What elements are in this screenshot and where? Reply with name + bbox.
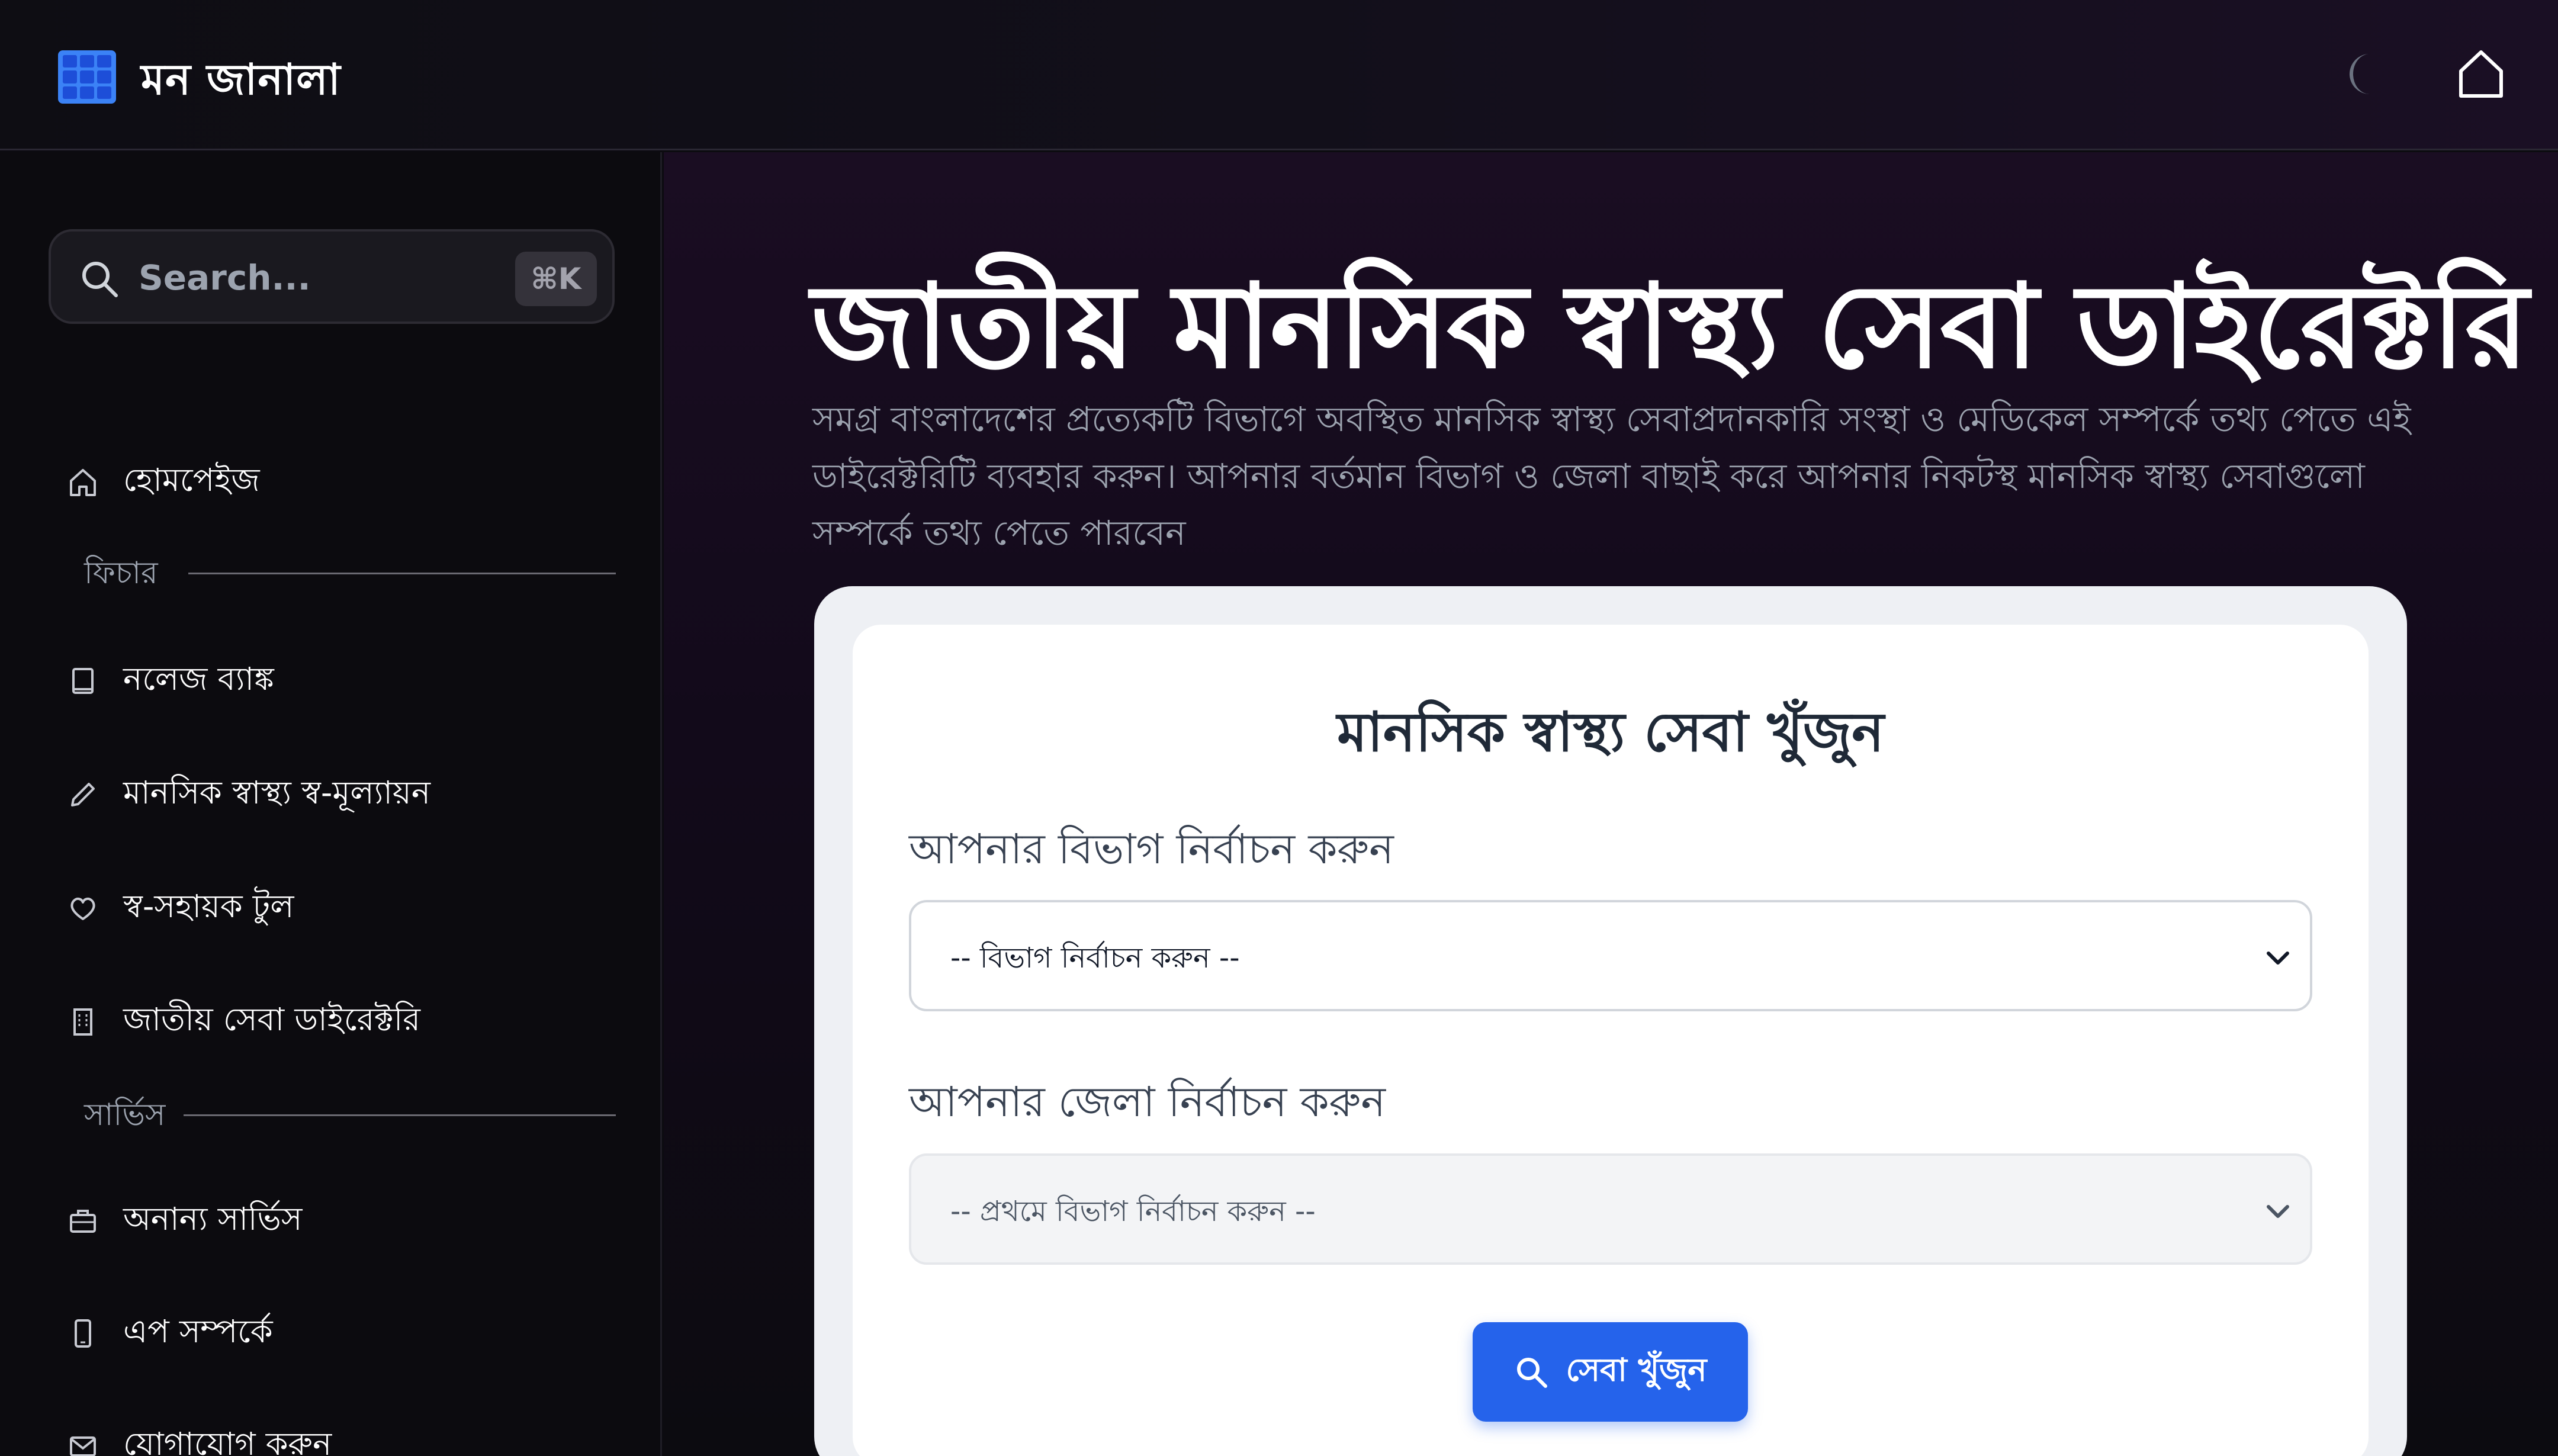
sidebar-item-self-help-tools[interactable]: স্ব-সহায়ক টুল	[66, 879, 294, 938]
sidebar-item-self-assessment[interactable]: মানসিক স্বাস্থ্য স্ব-মূল্যায়ন	[66, 765, 430, 824]
home-icon	[70, 469, 96, 496]
service-search-card: মানসিক স্বাস্থ্য সেবা খুঁজুন আপনার বিভাগ…	[853, 625, 2369, 1456]
chevron-down-icon	[2267, 952, 2289, 965]
book-icon	[72, 668, 94, 694]
section-divider	[188, 573, 616, 574]
search-icon	[82, 262, 118, 297]
district-select[interactable]: -- প্রথমে বিভাগ নির্বাচন করুন --	[909, 1153, 2312, 1265]
sidebar-item-knowledge-bank[interactable]: নলেজ ব্যাঙ্ক	[66, 651, 274, 711]
division-label: আপনার বিভাগ নির্বাচন করুন	[909, 825, 1394, 873]
search-placeholder: Search...	[139, 258, 311, 298]
mail-icon	[70, 1436, 96, 1456]
pencil-icon	[71, 783, 95, 806]
sidebar-item-label: স্ব-সহায়ক টুল	[123, 888, 294, 925]
sidebar-item-other-services[interactable]: অনান্য সার্ভিস	[66, 1191, 302, 1251]
briefcase-icon	[70, 1210, 96, 1233]
building-icon	[73, 1008, 92, 1036]
sidebar-item-about-app[interactable]: এপ সম্পর্কে	[66, 1304, 273, 1363]
sidebar-item-label: নলেজ ব্যাঙ্ক	[123, 660, 274, 698]
sidebar-item-national-directory[interactable]: জাতীয় সেবা ডাইরেক্টরি	[66, 992, 420, 1051]
division-selected-value: -- বিভাগ নির্বাচন করুন --	[950, 941, 1240, 975]
sidebar-item-label: জাতীয় সেবা ডাইরেক্টরি	[123, 1001, 421, 1038]
sidebar: Search... ⌘K হোমপেইজ ফিচার নলেজ ব্যাঙ্ক …	[0, 152, 662, 1456]
sidebar-item-label: হোমপেইজ	[123, 461, 260, 499]
section-divider	[184, 1114, 616, 1116]
shortcut-badge: ⌘K	[515, 252, 597, 306]
sidebar-item-home[interactable]: হোমপেইজ	[66, 452, 260, 512]
section-label-services: সার্ভিস	[84, 1097, 166, 1133]
sidebar-item-label: যোগাযোগ করুন	[123, 1425, 332, 1456]
home-icon[interactable]	[2457, 49, 2505, 99]
card-title: মানসিক স্বাস্থ্য সেবা খুঁজুন	[1336, 700, 1885, 764]
app-title[interactable]: মন জানালা	[141, 47, 341, 118]
grid-logo-icon[interactable]	[58, 50, 116, 104]
district-label: আপনার জেলা নির্বাচন করুন	[909, 1078, 1386, 1126]
district-selected-value: -- প্রথমে বিভাগ নির্বাচন করুন --	[950, 1195, 1316, 1228]
sidebar-item-label: মানসিক স্বাস্থ্য স্ব-মূল্যায়ন	[123, 774, 430, 811]
sidebar-item-label: অনান্য সার্ভিস	[123, 1200, 303, 1238]
find-service-label: সেবা খুঁজুন	[1566, 1351, 1707, 1388]
heart-icon	[70, 897, 95, 920]
chevron-down-icon	[2267, 1205, 2289, 1218]
section-label-features: ফিচার	[84, 555, 158, 591]
page-description: সমগ্র বাংলাদেশের প্রত্যেকটি বিভাগে অবস্থ…	[812, 399, 2411, 553]
search-icon	[1517, 1358, 1548, 1388]
find-service-button[interactable]: সেবা খুঁজুন	[1473, 1322, 1748, 1422]
phone-icon	[75, 1319, 91, 1348]
moon-icon[interactable]	[2339, 50, 2386, 98]
top-header: মন জানালা	[0, 0, 2558, 150]
search-input[interactable]: Search... ⌘K	[49, 229, 615, 324]
sidebar-item-contact[interactable]: যোগাযোগ করুন	[66, 1416, 332, 1456]
sidebar-item-label: এপ সম্পর্কে	[123, 1313, 273, 1350]
division-select[interactable]: -- বিভাগ নির্বাচন করুন --	[909, 900, 2312, 1011]
